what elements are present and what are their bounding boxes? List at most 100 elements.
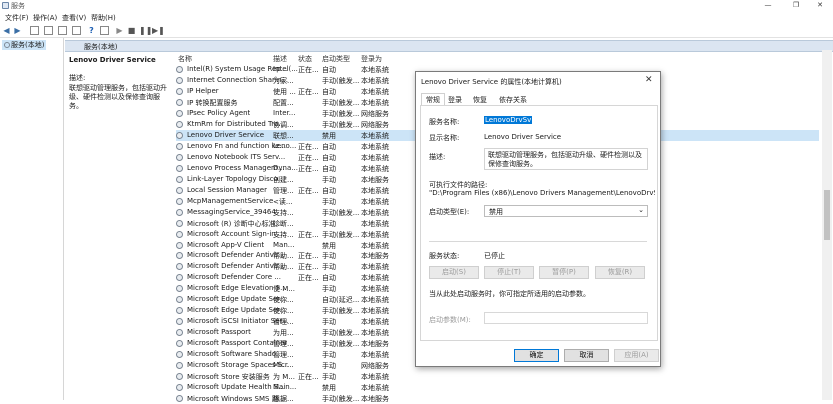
service-logon-cell: 本地系统 <box>361 263 389 272</box>
service-description-cell: 支持... <box>273 230 294 239</box>
vertical-scrollbar[interactable] <box>822 50 832 400</box>
service-logon-cell: 本地系统 <box>361 307 389 316</box>
forward-arrow-icon[interactable]: ▶ <box>13 26 22 35</box>
service-row[interactable]: Microsoft Windows SMS 路... 根据... 手动(触发... 本… <box>176 393 819 404</box>
gear-icon <box>176 252 183 260</box>
service-startup-cell: 禁用 <box>322 241 336 250</box>
service-startup-cell: 禁用 <box>322 131 336 140</box>
console-tree-icon[interactable] <box>30 26 39 35</box>
gear-icon <box>176 340 183 348</box>
pane-header-title: 服务(本地) <box>84 43 118 51</box>
service-status-cell: 正在... <box>298 153 319 162</box>
service-name-cell: Microsoft (R) 诊断中心标准... <box>187 219 283 228</box>
gear-icon <box>176 175 183 183</box>
gear-icon <box>176 373 183 381</box>
service-startup-cell: 手动 <box>322 351 336 360</box>
service-name-value[interactable]: LenovoDrvSv <box>484 116 533 124</box>
gear-icon <box>176 274 183 282</box>
start-button[interactable]: 启动(S) <box>429 266 479 279</box>
back-arrow-icon[interactable]: ◀ <box>2 26 11 35</box>
scrollbar-thumb[interactable] <box>824 190 830 240</box>
stop-service-icon[interactable]: ■ <box>127 26 136 35</box>
service-description-cell: <读... <box>273 197 293 206</box>
service-logon-cell: 本地系统 <box>361 66 389 74</box>
service-row[interactable]: Microsoft Store 安装服务为 M... 正在... 手动 本地系统 <box>176 371 819 382</box>
gear-icon <box>176 164 183 172</box>
restart-service-icon[interactable]: ▶❚ <box>152 26 165 35</box>
service-status-cell: 正在... <box>298 230 319 239</box>
selected-service-name: Lenovo Driver Service <box>69 56 156 64</box>
service-startup-cell: 手动(触发... <box>322 98 360 107</box>
tree-node-label: 服务(本地) <box>11 41 45 49</box>
service-status-cell: 正在... <box>298 373 319 382</box>
dialog-close-icon[interactable]: ✕ <box>645 75 653 85</box>
service-row[interactable]: Microsoft Update Health S... Main... 禁用 本地系… <box>176 382 819 393</box>
tree-node-services-local[interactable]: 服务(本地) <box>2 40 47 50</box>
service-logon-cell: 本地系统 <box>361 98 389 107</box>
start-service-icon[interactable]: ▶ <box>115 26 124 35</box>
ok-button[interactable]: 确定 <box>514 349 559 362</box>
startup-type-value: 禁用 <box>489 208 503 216</box>
gear-icon <box>176 362 183 370</box>
service-description-cell: 根据... <box>273 395 294 404</box>
startup-type-select[interactable]: 禁用 ⌄ <box>484 205 648 217</box>
service-description-cell: 为用... <box>273 329 294 338</box>
close-button[interactable]: ✕ <box>807 0 833 11</box>
service-name-cell: Lenovo Notebook ITS Serv... <box>187 152 286 161</box>
tab-recovery[interactable]: 恢复 <box>469 94 491 105</box>
gear-icon <box>176 142 183 150</box>
resume-button[interactable]: 恢复(R) <box>595 266 645 279</box>
column-header-description[interactable]: 描述 <box>273 54 287 64</box>
pause-service-icon[interactable]: ❚❚ <box>139 26 152 35</box>
display-name-value[interactable]: Lenovo Driver Service <box>484 133 561 141</box>
service-logon-cell: 本地系统 <box>361 384 389 393</box>
executable-path-value[interactable]: "D:\Program Files (x86)\Lenovo Drivers M… <box>429 189 655 197</box>
gear-icon <box>176 285 183 293</box>
column-header-status[interactable]: 状态 <box>298 54 312 64</box>
service-status-cell: 正在... <box>298 263 319 272</box>
display-name-label: 显示名称: <box>429 134 460 142</box>
export-list-icon[interactable] <box>72 26 81 35</box>
service-description-cell: 支持... <box>273 208 294 217</box>
service-name-cell: MessagingService_39464 <box>187 207 276 216</box>
cancel-button[interactable]: 取消 <box>564 349 609 362</box>
show-hide-pane-icon[interactable] <box>100 26 109 35</box>
description-textbox[interactable]: 联想驱动管理服务，包括驱动升级、硬件检测以及保修查询服务。 <box>484 148 648 170</box>
service-logon-cell: 本地系统 <box>361 186 389 195</box>
apply-button[interactable]: 应用(A) <box>614 349 659 362</box>
column-header-name[interactable]: 名称 <box>178 54 192 64</box>
tab-dependencies[interactable]: 依存关系 <box>495 94 531 105</box>
service-startup-cell: 自动 <box>322 186 336 195</box>
service-name-cell: Lenovo Fn and function ke... <box>187 141 287 150</box>
pause-button[interactable]: 暂停(P) <box>539 266 589 279</box>
gear-icon <box>176 87 183 95</box>
gear-icon <box>176 263 183 271</box>
tab-logon[interactable]: 登录 <box>444 94 466 105</box>
column-header-logon-as[interactable]: 登录为 <box>361 54 382 64</box>
menu-action[interactable]: 操作(A) <box>33 13 57 23</box>
service-startup-cell: 手动(触发... <box>322 307 360 316</box>
service-startup-cell: 手动 <box>322 263 336 272</box>
chevron-down-icon: ⌄ <box>638 206 644 214</box>
window-title: 服务 <box>11 2 25 10</box>
description-text: 联想驱动管理服务，包括驱动升级、硬件检测以及保修查询服务。 <box>69 84 167 110</box>
divider <box>429 241 647 242</box>
menu-file[interactable]: 文件(F) <box>5 13 29 23</box>
stop-button[interactable]: 停止(T) <box>484 266 534 279</box>
column-header-startup-type[interactable]: 启动类型 <box>322 54 350 64</box>
menu-view[interactable]: 查看(V) <box>62 13 86 23</box>
service-logon-cell: 网络服务 <box>361 362 389 371</box>
properties-grid-icon[interactable] <box>44 26 53 35</box>
maximize-button[interactable]: ❐ <box>783 0 809 11</box>
help-icon[interactable]: ? <box>87 26 96 35</box>
service-startup-cell: 自动 <box>322 66 336 74</box>
minimize-button[interactable]: — <box>755 0 781 11</box>
service-startup-cell: 手动(触发... <box>322 109 360 118</box>
menu-help[interactable]: 帮助(H) <box>91 13 116 23</box>
gear-icon <box>176 153 183 161</box>
refresh-icon[interactable] <box>58 26 67 35</box>
service-startup-cell: 手动 <box>322 219 336 228</box>
start-params-input[interactable] <box>484 312 648 324</box>
gear-icon <box>176 76 183 84</box>
service-logon-cell: 本地系统 <box>361 87 389 96</box>
